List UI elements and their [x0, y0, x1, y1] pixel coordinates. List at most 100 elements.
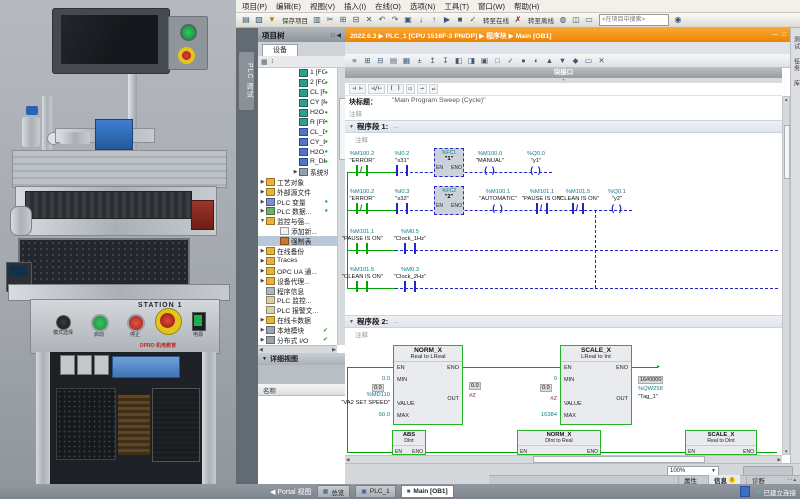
tree-item[interactable]: 添加新... [258, 226, 337, 236]
editor-toolbar-icon[interactable]: ▤ [387, 55, 400, 67]
toolbar-icon[interactable]: ▤ [240, 14, 252, 26]
ladder-contact[interactable]: %M101.1 "PAUSE IS ON" / [522, 189, 562, 214]
network-2-comment[interactable]: 注释 [355, 329, 368, 339]
network-2-header[interactable]: ▼ 程序段 2: ... [345, 315, 782, 328]
expander-icon[interactable]: ▶ [259, 317, 266, 323]
ladder-contact[interactable]: %I0.3 "s32" [382, 189, 422, 214]
ladder-contact[interactable]: %M0.5 "Clock_1Hz" [390, 229, 430, 254]
network-1-header[interactable]: ▼ 程序段 1: ... [345, 120, 782, 133]
toolbar-icon[interactable]: ■ [454, 14, 466, 26]
editor-toolbar-icon[interactable]: ± [413, 55, 426, 67]
menu-item[interactable]: 窗口(W) [478, 1, 505, 12]
tree-item[interactable]: ▶ PLC 变量 ● [258, 197, 337, 207]
toolbar-icon[interactable]: ◫ [570, 14, 582, 26]
toolbar-icon[interactable]: ↷ [389, 14, 401, 26]
tree-item[interactable]: ▶ 在线备份 [258, 246, 337, 256]
scale-x-box[interactable]: SCALE_X LReal to Int EN ENO MIN VALUE MA… [560, 345, 632, 425]
editor-toolbar-icon[interactable]: ◆ [569, 55, 582, 67]
ladder-coil[interactable]: %Q0.0 "y1" ( ) [516, 151, 556, 176]
details-view-header[interactable]: ▼ 详细视图 [258, 353, 345, 365]
tree-item[interactable]: CY_DB... ● [258, 137, 337, 147]
go-online-icon[interactable]: ✓ [467, 14, 479, 26]
tree-toolbar-icon[interactable]: ▦ [261, 58, 268, 66]
tree-item[interactable]: 2 [FC2] ● [258, 78, 337, 88]
tree-item[interactable]: ▶ OPC UA 通... [258, 266, 337, 276]
toolbar-icon[interactable]: ▭ [583, 14, 595, 26]
editor-toolbar-icon[interactable]: □ [491, 55, 504, 67]
menu-item[interactable]: 视图(V) [310, 1, 335, 12]
go-offline-icon[interactable]: ✗ [512, 14, 524, 26]
expander-icon[interactable]: ▶ [259, 208, 266, 214]
toolbar-icon[interactable]: ▧ [253, 14, 265, 26]
tree-item[interactable]: R_DB [... ● [258, 157, 337, 167]
tree-item[interactable]: CL [FB2] ● [258, 88, 337, 98]
tree-item[interactable]: 1 [FC1] ● [258, 68, 337, 78]
favorite-instruction-icon[interactable]: ↵ [429, 84, 439, 94]
editor-toolbar-icon[interactable]: ▭ [582, 55, 595, 67]
ladder-coil[interactable]: %M100.1 "AUTOMATIC" ( ) [478, 189, 518, 214]
favorite-instruction-icon[interactable]: ( ) [387, 84, 404, 94]
menu-item[interactable]: 插入(I) [344, 1, 366, 12]
min-value[interactable]: 0 [533, 376, 557, 382]
tree-toolbar-icon[interactable]: ↕ [271, 58, 275, 65]
toolbar-icon[interactable]: ▶ [441, 14, 453, 26]
ladder-contact[interactable]: %M101.5 "CLEAN IS ON" / [558, 189, 598, 214]
tree-item[interactable]: PLC 报警文... [258, 305, 337, 315]
taskbar-button[interactable]: ▣ PLC_1 [355, 485, 396, 498]
local-operand[interactable]: #Z [469, 393, 489, 399]
network-1-comment[interactable]: 注释 [355, 134, 368, 144]
norm-x-box[interactable]: NORM_X Real to LReal EN ENO MIN VALUE MA… [393, 345, 463, 425]
scroll-right-icon[interactable]: ▶ [778, 457, 781, 463]
taskbar-button[interactable]: ■ Main [OB1] [401, 485, 454, 498]
max-value[interactable]: 16384 [529, 412, 557, 418]
task-card-tab[interactable]: 测试 [792, 36, 800, 50]
expander-icon[interactable]: ▼ [259, 218, 266, 224]
editor-toolbar-icon[interactable]: ● [517, 55, 530, 67]
save-project-icon[interactable]: ▼ [266, 14, 278, 26]
tree-item[interactable]: ▶ 分布式 I/O ✔ [258, 335, 337, 345]
toolbar-icon[interactable]: ✂ [324, 14, 336, 26]
favorite-instruction-icon[interactable]: ▭ [406, 84, 416, 94]
ladder-contact[interactable]: %M100.2 "ERROR" / [342, 151, 382, 176]
window-button[interactable]: — [772, 32, 778, 39]
tree-item[interactable]: ▶ 外部源文件 [258, 187, 337, 197]
task-card-tab[interactable]: 库 [792, 80, 800, 87]
editor-toolbar-icon[interactable]: ▲ [543, 55, 556, 67]
editor-toolbar-icon[interactable]: ↥ [426, 55, 439, 67]
editor-toolbar-icon[interactable]: ⊟ [374, 55, 387, 67]
details-name-column[interactable]: 名称 [258, 384, 345, 396]
toolbar-icon[interactable]: ⊟ [350, 14, 362, 26]
toolbar-icon[interactable]: ✕ [363, 14, 375, 26]
chevron-down-icon[interactable]: ▼ [349, 124, 354, 130]
editor-hscrollbar[interactable]: ◀ ▶ [345, 455, 782, 463]
toolbar-icon[interactable]: ◍ [557, 14, 569, 26]
operand-address[interactable]: %MD110 [345, 392, 390, 398]
breadcrumb[interactable]: 2022.6.3 ▶ PLC_1 [CPU 1516F-3 PN/DP] ▶ 程… [350, 30, 768, 40]
ladder-contact[interactable]: %M0.3 "Clock_2Hz" [390, 267, 430, 292]
favorite-instruction-icon[interactable]: → [417, 84, 427, 94]
tree-item[interactable]: PLC 监控... [258, 295, 337, 305]
ladder-coil[interactable]: %Q0.1 "y2" ( ) [597, 189, 637, 214]
favorite-instruction-icon[interactable]: ⊣/⊢ [368, 84, 385, 94]
expander-icon[interactable]: ▶ [259, 278, 266, 284]
tree-item[interactable]: R [FB1] ● [258, 117, 337, 127]
tree-item[interactable]: CY [FB3] ● [258, 98, 337, 108]
toolbar-icon[interactable]: ▥ [311, 14, 323, 26]
toolbar-icon[interactable]: ↓ [415, 14, 427, 26]
tree-item[interactable]: ▶ 在线卡数据 [258, 315, 337, 325]
fc-call-box[interactable]: %FC2 "2" ENENO [434, 186, 464, 215]
ladder-coil[interactable]: %M100.0 "MANUAL" ( ) [470, 151, 510, 176]
taskbar-button[interactable]: ▦ 总览 [317, 485, 351, 498]
expander-icon[interactable]: ▶ [259, 179, 266, 185]
window-button[interactable]: □ [782, 32, 786, 39]
expander-icon[interactable]: ▶ [259, 268, 266, 274]
inspector-collapse-icons[interactable]: ▫ ▫ ▴ [787, 477, 796, 483]
expander-icon[interactable]: ▶ [259, 337, 266, 343]
block-comment[interactable]: 注释 [349, 108, 362, 118]
editor-toolbar-icon[interactable]: ▣ [478, 55, 491, 67]
menu-item[interactable]: 选项(N) [410, 1, 435, 12]
editor-toolbar-icon[interactable]: ◨ [465, 55, 478, 67]
editor-toolbar-icon[interactable]: ◐ [530, 55, 543, 67]
search-icon[interactable]: ◉ [672, 14, 684, 26]
task-card-tab[interactable]: 任务 [792, 58, 800, 72]
